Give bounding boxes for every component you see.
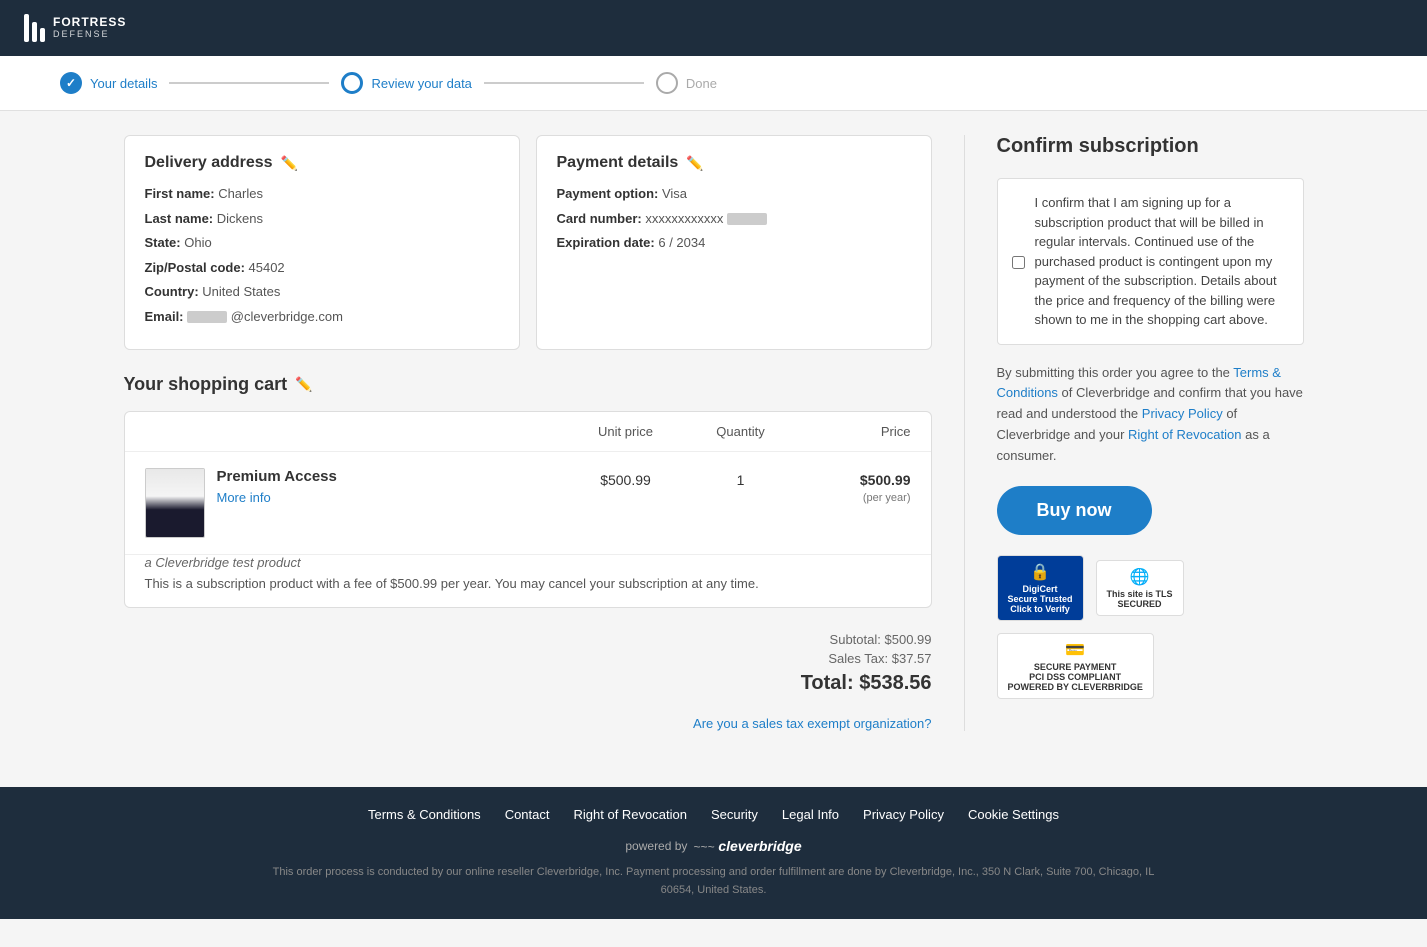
email-blurred bbox=[187, 311, 227, 323]
logo-bar-3 bbox=[40, 28, 45, 42]
shopping-cart-title: Your shopping cart ✏️ bbox=[124, 374, 932, 395]
step-done: Done bbox=[656, 72, 717, 94]
footer-link-terms[interactable]: Terms & Conditions bbox=[368, 807, 481, 822]
field-lastname: Last name: Dickens bbox=[145, 209, 499, 229]
tax-exempt-link[interactable]: Are you a sales tax exempt organization? bbox=[693, 716, 931, 731]
right-panel: Confirm subscription I confirm that I am… bbox=[964, 135, 1304, 731]
field-firstname: First name: Charles bbox=[145, 184, 499, 204]
subscription-confirm-checkbox[interactable] bbox=[1012, 195, 1025, 330]
col-header-product bbox=[145, 424, 561, 439]
cart-item-unit-price: $500.99 bbox=[561, 468, 691, 488]
digicert-badge[interactable]: 🔒 DigiCertSecure TrustedClick to Verify bbox=[997, 555, 1084, 621]
step-2-label: Review your data bbox=[371, 76, 471, 91]
subtotal-row: Subtotal: $500.99 bbox=[124, 632, 932, 647]
logo-bar-1 bbox=[24, 14, 29, 42]
main-container: Delivery address ✏️ First name: Charles … bbox=[64, 111, 1364, 755]
cart-item-price: $500.99 (per year) bbox=[791, 468, 911, 504]
subscription-note: This is a subscription product with a fe… bbox=[145, 576, 911, 591]
footer-links: Terms & Conditions Contact Right of Revo… bbox=[60, 807, 1367, 822]
field-state: State: Ohio bbox=[145, 233, 499, 253]
cart-description: a Cleverbridge test product This is a su… bbox=[125, 555, 931, 607]
card-blurred bbox=[727, 213, 767, 225]
buy-now-button[interactable]: Buy now bbox=[997, 486, 1152, 535]
step-3-label: Done bbox=[686, 76, 717, 91]
confirm-checkbox-box: I confirm that I am signing up for a sub… bbox=[997, 178, 1304, 345]
field-zip: Zip/Postal code: 45402 bbox=[145, 258, 499, 278]
step-connector-1 bbox=[169, 82, 329, 84]
footer-link-contact[interactable]: Contact bbox=[505, 807, 550, 822]
col-header-unit: Unit price bbox=[561, 424, 691, 439]
trust-badges: 🔒 DigiCertSecure TrustedClick to Verify … bbox=[997, 555, 1304, 699]
logo-icon bbox=[24, 14, 45, 42]
privacy-policy-link[interactable]: Privacy Policy bbox=[1142, 406, 1223, 421]
step-1-label: Your details bbox=[90, 76, 157, 91]
footer-powered: powered by ~~~ cleverbridge bbox=[60, 838, 1367, 854]
step-3-circle bbox=[656, 72, 678, 94]
footer-link-cookies[interactable]: Cookie Settings bbox=[968, 807, 1059, 822]
cards-row: Delivery address ✏️ First name: Charles … bbox=[124, 135, 932, 350]
header: FORTRESS defense bbox=[0, 0, 1427, 56]
confirm-title: Confirm subscription bbox=[997, 135, 1304, 158]
delivery-address-edit-icon[interactable]: ✏️ bbox=[281, 155, 298, 172]
product-thumbnail bbox=[145, 468, 205, 538]
step-your-details: ✓ Your details bbox=[60, 72, 157, 94]
payment-details-edit-icon[interactable]: ✏️ bbox=[686, 155, 703, 172]
totals-section: Subtotal: $500.99 Sales Tax: $37.57 Tota… bbox=[124, 624, 932, 703]
price-per-year: (per year) bbox=[863, 492, 911, 504]
shopping-cart-edit-icon[interactable]: ✏️ bbox=[295, 376, 312, 393]
product-info: Premium Access More info bbox=[217, 468, 337, 505]
footer-link-legal[interactable]: Legal Info bbox=[782, 807, 839, 822]
field-payment-option: Payment option: Visa bbox=[557, 184, 911, 204]
revocation-link[interactable]: Right of Revocation bbox=[1128, 427, 1241, 442]
logo-bar-2 bbox=[32, 22, 37, 42]
step-1-circle: ✓ bbox=[60, 72, 82, 94]
pci-badge[interactable]: 💳 SECURE PAYMENTPCI DSS COMPLIANTPOWERED… bbox=[997, 633, 1154, 699]
tls-badge[interactable]: 🌐 This site is TLSSECURED bbox=[1096, 560, 1184, 616]
stepper: ✓ Your details Review your data Done bbox=[0, 56, 1427, 111]
cart-item: Premium Access More info $500.99 1 $500.… bbox=[125, 452, 931, 555]
left-panel: Delivery address ✏️ First name: Charles … bbox=[124, 135, 964, 731]
footer-disclaimer: This order process is conducted by our o… bbox=[264, 864, 1164, 899]
terms-conditions-link[interactable]: Terms & Conditions bbox=[997, 365, 1281, 401]
col-header-qty: Quantity bbox=[691, 424, 791, 439]
terms-text: By submitting this order you agree to th… bbox=[997, 363, 1304, 467]
step-2-circle bbox=[341, 72, 363, 94]
footer: Terms & Conditions Contact Right of Revo… bbox=[0, 787, 1427, 919]
footer-link-privacy[interactable]: Privacy Policy bbox=[863, 807, 944, 822]
test-product-label: a Cleverbridge test product bbox=[145, 555, 911, 570]
cart-item-product: Premium Access More info bbox=[145, 468, 561, 538]
delivery-address-title: Delivery address ✏️ bbox=[145, 154, 499, 172]
field-email: Email: @cleverbridge.com bbox=[145, 307, 499, 327]
field-card-number: Card number: xxxxxxxxxxxx bbox=[557, 209, 911, 229]
delivery-address-card: Delivery address ✏️ First name: Charles … bbox=[124, 135, 520, 350]
tax-exempt-section: Are you a sales tax exempt organization? bbox=[124, 715, 932, 731]
payment-details-card: Payment details ✏️ Payment option: Visa … bbox=[536, 135, 932, 350]
tax-row: Sales Tax: $37.57 bbox=[124, 651, 932, 666]
cart-header: Unit price Quantity Price bbox=[125, 412, 931, 452]
cleverbridge-logo: ~~~ cleverbridge bbox=[693, 838, 801, 854]
confirm-checkbox-text: I confirm that I am signing up for a sub… bbox=[1035, 193, 1289, 330]
cart-table: Unit price Quantity Price Premium Access… bbox=[124, 411, 932, 608]
footer-link-revocation[interactable]: Right of Revocation bbox=[574, 807, 687, 822]
step-review: Review your data bbox=[341, 72, 471, 94]
cart-item-quantity: 1 bbox=[691, 468, 791, 488]
more-info-link[interactable]: More info bbox=[217, 490, 271, 505]
logo-text: FORTRESS defense bbox=[53, 16, 126, 39]
logo: FORTRESS defense bbox=[24, 14, 126, 42]
footer-link-security[interactable]: Security bbox=[711, 807, 758, 822]
field-expiry: Expiration date: 6 / 2034 bbox=[557, 233, 911, 253]
field-country: Country: United States bbox=[145, 282, 499, 302]
step-connector-2 bbox=[484, 82, 644, 84]
payment-details-title: Payment details ✏️ bbox=[557, 154, 911, 172]
col-header-price: Price bbox=[791, 424, 911, 439]
product-name: Premium Access bbox=[217, 468, 337, 485]
total-row: Total: $538.56 bbox=[124, 672, 932, 695]
